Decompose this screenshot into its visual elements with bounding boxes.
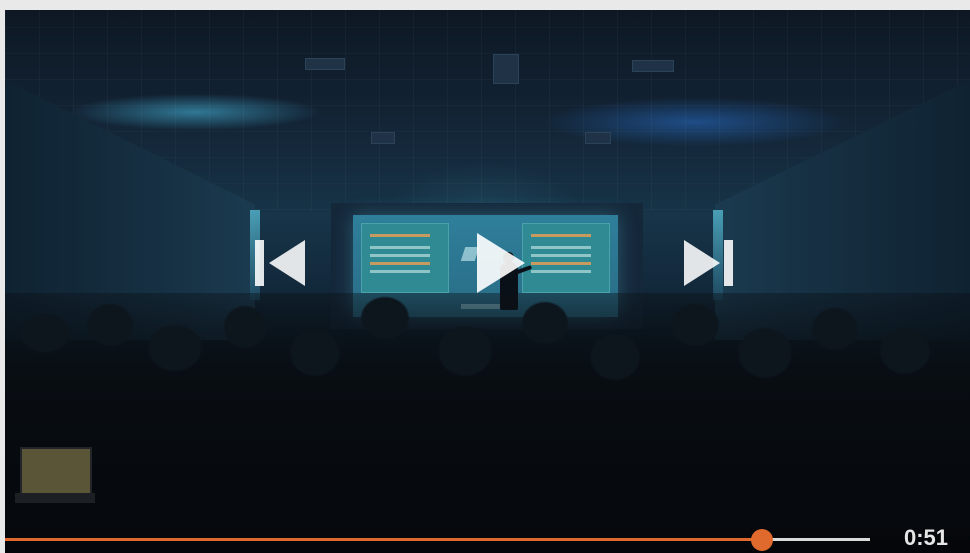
skip-previous-icon[interactable]: [269, 240, 305, 286]
seek-progress: [5, 538, 762, 541]
time-display: 0:51: [903, 525, 948, 550]
laptop-screen: [20, 447, 92, 495]
video-player[interactable]: 0:51: [5, 10, 970, 553]
slide-panel-left: [361, 223, 449, 293]
seek-bar[interactable]: [5, 529, 870, 551]
player-controls: 0:51: [5, 524, 970, 553]
play-icon[interactable]: [477, 233, 525, 293]
skip-next-icon[interactable]: [724, 240, 733, 286]
skip-next-icon[interactable]: [684, 240, 720, 286]
ceiling-vent: [371, 132, 395, 144]
laptop-base: [15, 493, 95, 503]
slide-panel-right: [522, 223, 610, 293]
audience: [5, 293, 970, 553]
ceiling-vent: [585, 132, 611, 144]
skip-previous-icon[interactable]: [255, 240, 264, 286]
ceiling-vent: [493, 54, 519, 84]
ceiling-vent: [305, 58, 345, 70]
seek-thumb[interactable]: [750, 529, 773, 551]
ceiling-vent: [632, 60, 674, 72]
